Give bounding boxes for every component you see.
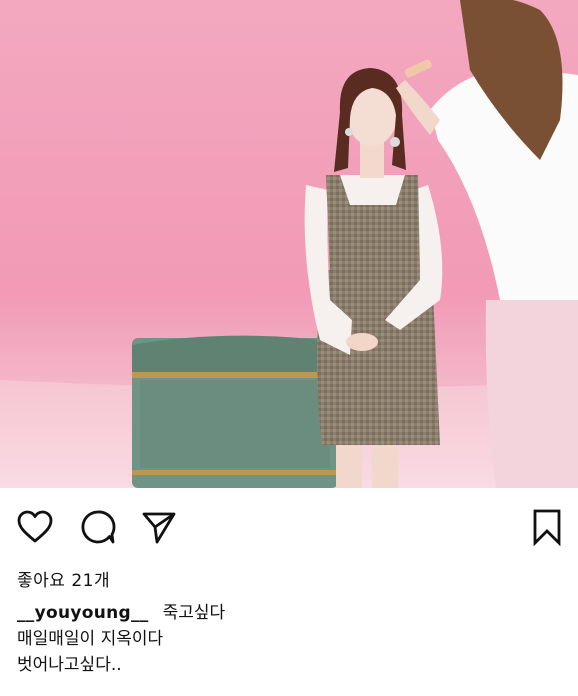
- like-button[interactable]: [16, 508, 54, 546]
- caption-text: 죽고싶다: [162, 603, 226, 623]
- caption-line-2: 매일매일이 지옥이다: [17, 629, 164, 649]
- like-count[interactable]: 좋아요 21개: [17, 566, 110, 591]
- caption-line-1: __youyoung__ 죽고싶다: [17, 600, 225, 626]
- comment-button[interactable]: [79, 508, 117, 546]
- heart-icon: [17, 510, 53, 543]
- username-link[interactable]: __youyoung__: [17, 603, 149, 623]
- post-photo[interactable]: [0, 0, 578, 488]
- post-caption: __youyoung__ 죽고싶다 매일매일이 지옥이다 벗어나고싶다..: [17, 600, 225, 678]
- save-button[interactable]: [528, 508, 566, 546]
- caption-line-3: 벗어나고싶다..: [17, 655, 122, 675]
- paper-plane-icon: [142, 512, 176, 544]
- share-button[interactable]: [140, 508, 178, 546]
- comment-bubble-icon: [81, 510, 116, 544]
- bookmark-icon: [533, 509, 561, 546]
- post-action-bar: [0, 488, 578, 562]
